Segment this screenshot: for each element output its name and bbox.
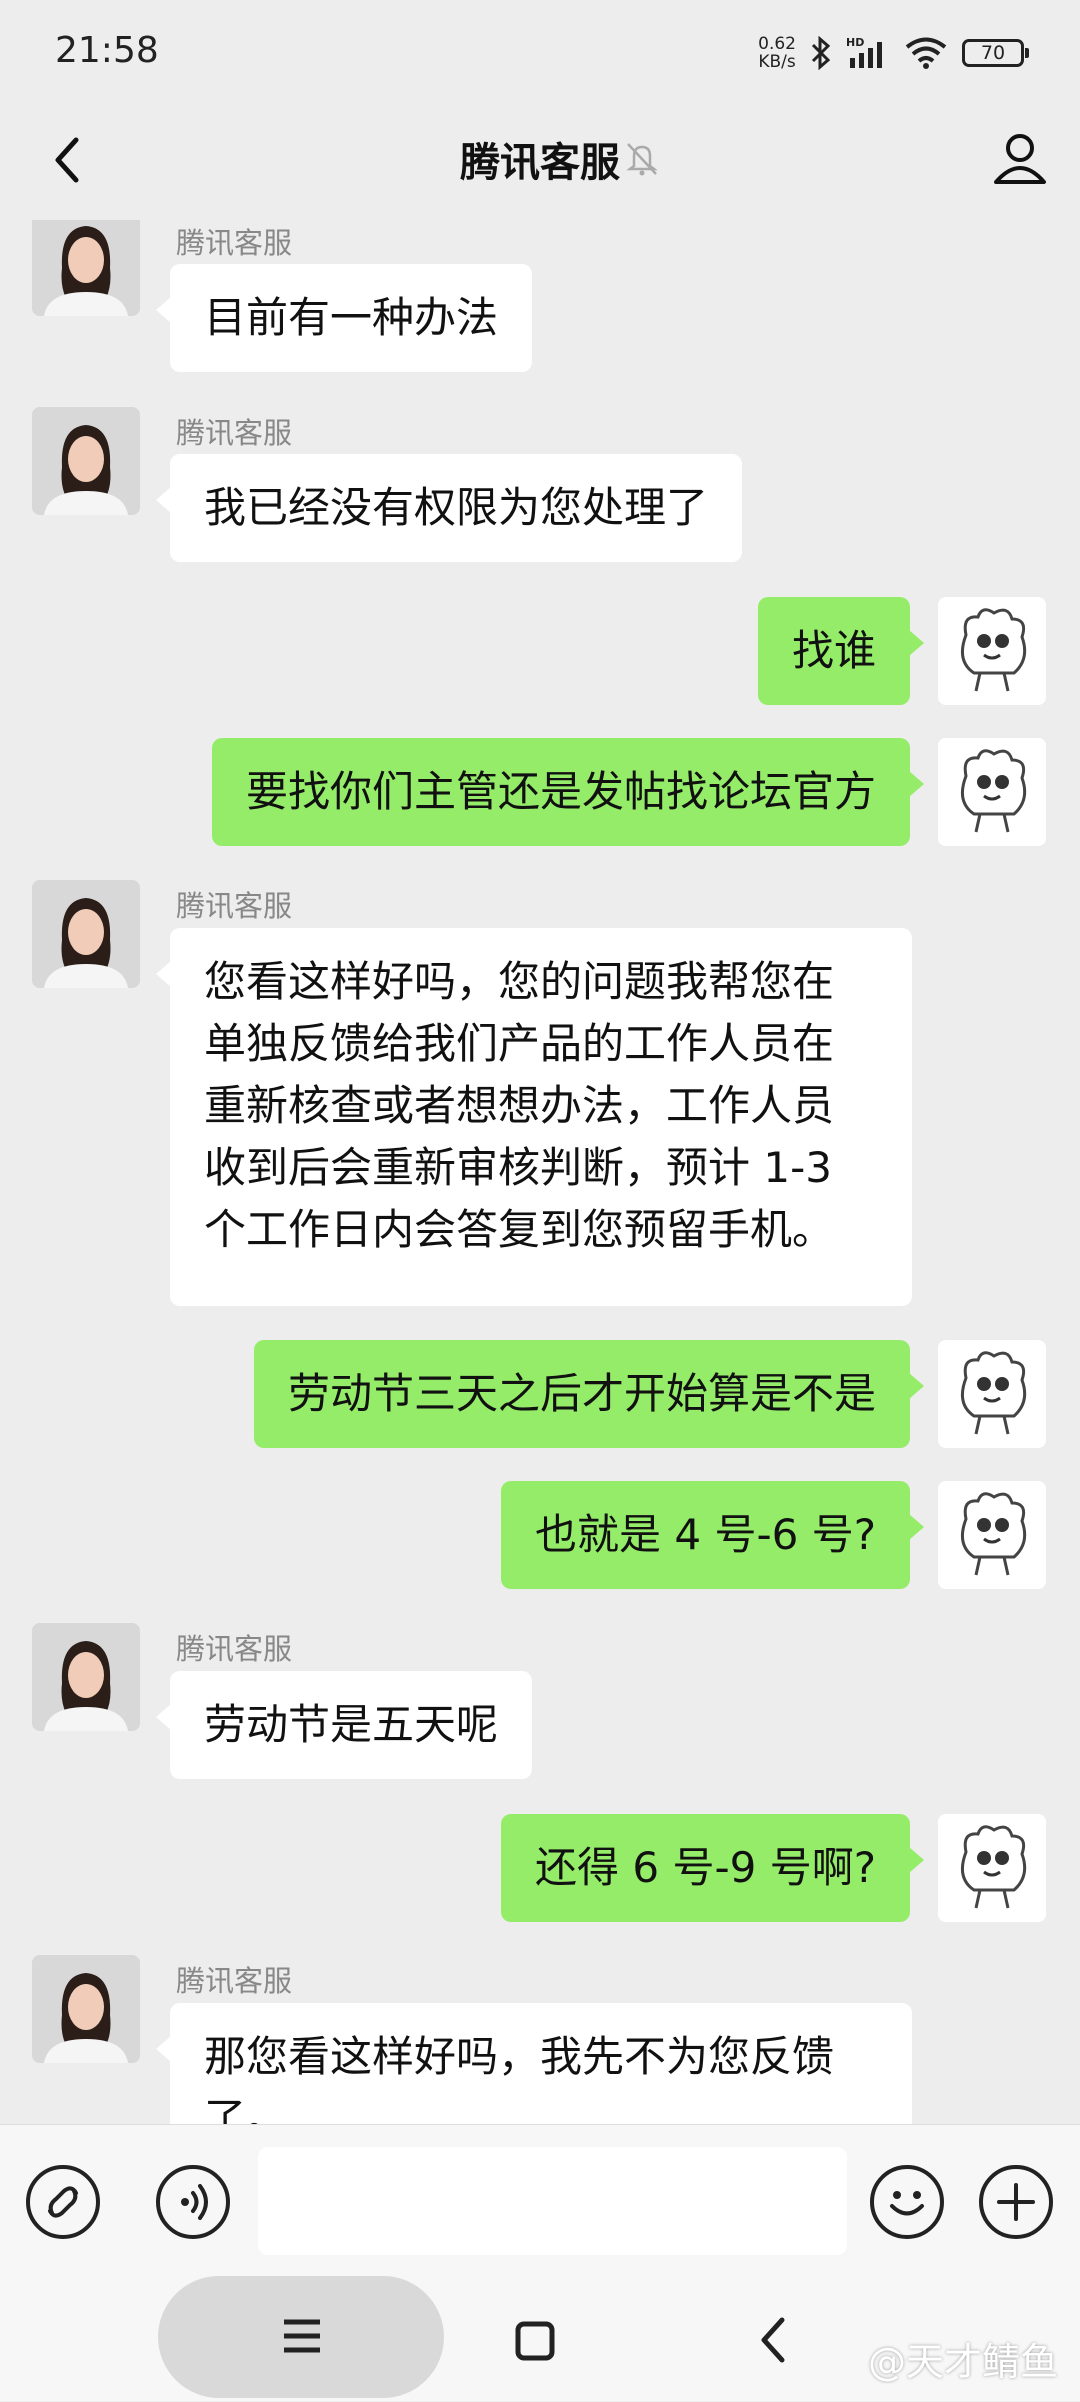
- chat-list[interactable]: 腾讯客服 目前有一种办法 腾讯客服 我已经没有权限为您处理了 找谁 要找你们主管…: [0, 220, 1080, 2124]
- user-avatar[interactable]: [938, 1481, 1046, 1589]
- signal-icon: HD: [846, 36, 882, 68]
- message-bubble[interactable]: 劳动节是五天呢: [155, 1671, 533, 1779]
- agent-avatar[interactable]: [32, 1623, 140, 1731]
- link-icon: [48, 2186, 78, 2218]
- chat-title: 腾讯客服: [460, 140, 620, 186]
- svg-text:HD: HD: [846, 36, 864, 49]
- status-icons: 0.62 KB/s HD 70: [758, 30, 1029, 76]
- user-avatar[interactable]: [938, 1814, 1046, 1922]
- voice-button[interactable]: [156, 2165, 230, 2239]
- plus-icon: [997, 2183, 1035, 2221]
- sender-name: 腾讯客服: [176, 416, 293, 450]
- battery-icon: 70: [962, 39, 1029, 67]
- message-bubble[interactable]: 我已经没有权限为您处理了: [155, 454, 743, 562]
- message-bubble[interactable]: 目前有一种办法: [155, 264, 533, 372]
- status-time: 21:58: [55, 30, 159, 71]
- voice-icon: [181, 2184, 208, 2220]
- message-bubble[interactable]: 要找你们主管还是发帖找论坛官方: [211, 738, 925, 846]
- emoji-button[interactable]: [870, 2165, 944, 2239]
- profile-icon[interactable]: [990, 128, 1050, 188]
- message-bubble[interactable]: 您看这样好吗，您的问题我帮您在 单独反馈给我们产品的工作人员在 重新核查或者想想…: [156, 928, 912, 1306]
- smiley-icon: [890, 2191, 924, 2216]
- message-bubble[interactable]: 找谁: [757, 597, 925, 705]
- agent-avatar[interactable]: [32, 1955, 140, 2063]
- agent-avatar[interactable]: [32, 880, 140, 988]
- sender-name: 腾讯客服: [176, 1632, 293, 1666]
- wifi-icon: [905, 37, 947, 69]
- system-nav-bar: @天才鲭鱼: [0, 2276, 1080, 2401]
- message-bubble[interactable]: 那您看这样好吗，我先不为您反馈 了。: [156, 2003, 912, 2124]
- user-avatar[interactable]: [938, 1340, 1046, 1448]
- agent-avatar[interactable]: [32, 220, 140, 316]
- user-avatar[interactable]: [938, 738, 1046, 846]
- sender-name: 腾讯客服: [176, 889, 293, 923]
- message-bubble[interactable]: 也就是 4 号-6 号?: [501, 1481, 924, 1589]
- sender-name: 腾讯客服: [176, 226, 293, 260]
- status-bar: 21:58 0.62 KB/s HD 70: [0, 0, 1080, 100]
- mute-bell-icon: [626, 143, 658, 176]
- back-nav-icon[interactable]: [752, 2312, 792, 2368]
- menu-button[interactable]: [158, 2276, 444, 2398]
- more-button[interactable]: [979, 2165, 1053, 2239]
- bluetooth-icon: [811, 36, 831, 70]
- chat-header: 腾讯客服: [0, 100, 1080, 220]
- message-bubble[interactable]: 劳动节三天之后才开始算是不是: [253, 1340, 925, 1448]
- input-bar: [0, 2124, 1080, 2277]
- message-bubble[interactable]: 还得 6 号-9 号啊?: [501, 1814, 924, 1922]
- watermark: @天才鲭鱼: [867, 2340, 1058, 2384]
- menu-icon: [284, 2319, 320, 2353]
- net-speed: 0.62 KB/s: [758, 34, 796, 72]
- mini-program-button[interactable]: [26, 2165, 100, 2239]
- home-square-icon[interactable]: [510, 2316, 562, 2368]
- user-avatar[interactable]: [938, 597, 1046, 705]
- agent-avatar[interactable]: [32, 407, 140, 515]
- message-input[interactable]: [258, 2147, 847, 2255]
- sender-name: 腾讯客服: [176, 1964, 293, 1998]
